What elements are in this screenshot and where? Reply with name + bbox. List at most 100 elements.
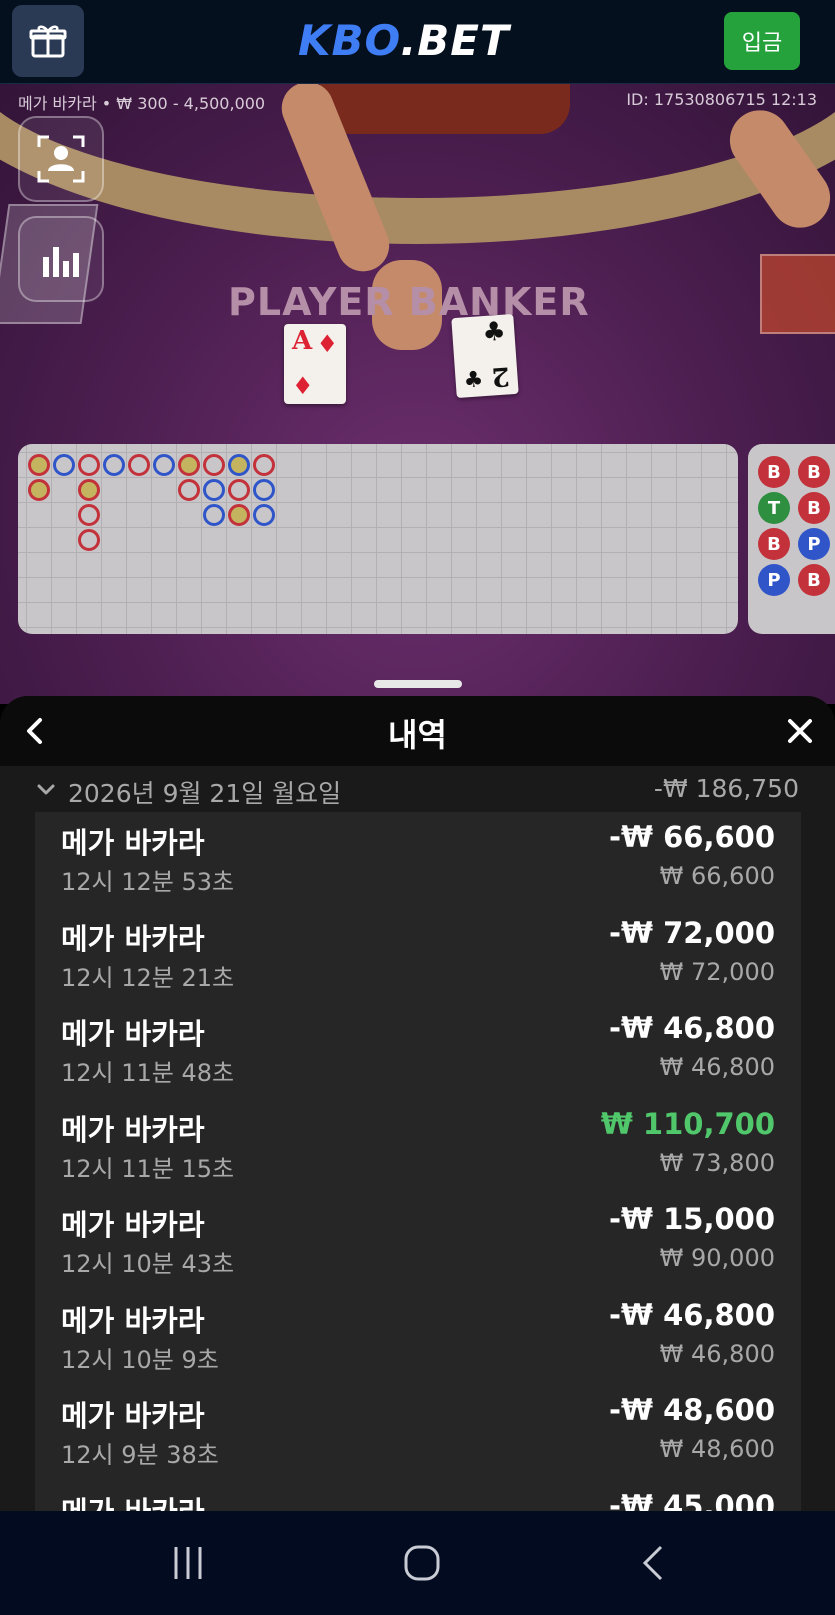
system-nav-bar [0, 1511, 835, 1615]
close-icon [788, 719, 812, 743]
list-item[interactable]: 메가 바카라 12시 10분 43초 -₩ 15,000 ₩ 90,000 [35, 1194, 801, 1290]
result-amount: -₩ 48,600 [608, 1393, 775, 1427]
table-limits: 메가 바카라 • ₩ 300 - 4,500,000 [18, 94, 266, 113]
camera-toggle-button[interactable] [18, 116, 104, 202]
road-mark [253, 479, 275, 501]
road-mark [78, 454, 100, 476]
bet-time: 12시 10분 43초 [61, 1250, 235, 1278]
bet-amount: ₩ 90,000 [659, 1244, 775, 1272]
card-rank: A [292, 326, 313, 356]
result-amount: -₩ 66,600 [608, 820, 775, 854]
list-item[interactable]: 메가 바카라 12시 12분 53초 -₩ 66,600 ₩ 66,600 [35, 812, 801, 908]
game-name: 메가 바카라 [61, 1017, 205, 1051]
list-item[interactable]: 메가 바카라 12시 11분 15초 ₩ 110,700 ₩ 73,800 [35, 1099, 801, 1195]
profile-frame-icon [37, 135, 85, 183]
dealer [320, 84, 570, 134]
bead-road[interactable] [18, 444, 738, 634]
card-rank: 2 [490, 360, 511, 392]
home-button[interactable] [397, 1541, 447, 1585]
bet-amount: ₩ 48,600 [659, 1435, 775, 1463]
list-item[interactable]: 메가 바카라 12시 12분 21초 -₩ 72,000 ₩ 72,000 [35, 908, 801, 1004]
card-shoe-right [760, 254, 835, 334]
road-result: B [798, 564, 830, 596]
road-result: P [798, 528, 830, 560]
logo-bet: .BET [400, 16, 510, 65]
bet-time: 12시 10분 9초 [61, 1345, 219, 1374]
bet-time: 12시 11분 48초 [61, 1059, 235, 1087]
road-mark [228, 454, 250, 476]
date-group-header[interactable]: 2026년 9월 21일 월요일 -₩ 186,750 [0, 766, 835, 812]
bet-amount: ₩ 66,600 [659, 862, 775, 890]
stats-icon [43, 247, 79, 277]
recent-apps-icon [174, 1547, 202, 1579]
gift-button[interactable] [12, 5, 84, 77]
close-button[interactable] [783, 714, 817, 748]
road-mark [178, 479, 200, 501]
road-mark [203, 504, 225, 526]
road-mark [103, 454, 125, 476]
chevron-down-icon [37, 784, 55, 795]
road-mark [253, 454, 275, 476]
back-nav-button[interactable] [630, 1541, 680, 1585]
back-arrow-icon [642, 1545, 663, 1581]
player-card: A ♦ ♦ [284, 324, 346, 404]
bet-time: 12시 12분 21초 [61, 963, 235, 992]
deposit-button[interactable]: 입금 [724, 12, 800, 70]
road-mark [28, 479, 50, 501]
logo-kbo: KBO [298, 16, 401, 65]
road-result: T [758, 492, 790, 524]
game-name: 메가 바카라 [61, 1399, 205, 1433]
game-name: 메가 바카라 [61, 1208, 205, 1242]
card-suit: ♦ [316, 330, 338, 358]
road-mark [153, 454, 175, 476]
table-printed-text: PLAYER BANKER [228, 280, 590, 324]
road-mark [178, 454, 200, 476]
road-mark [78, 504, 100, 526]
road-mark [228, 504, 250, 526]
road-mark [228, 479, 250, 501]
date-total: -₩ 186,750 [653, 774, 799, 803]
game-name: 메가 바카라 [61, 921, 205, 956]
app: KBO.BET 입금 메가 바카라 • ₩ 300 - 4,500,000 ID… [0, 0, 835, 1615]
statistics-button[interactable] [18, 216, 104, 302]
bet-time: 12시 12분 53초 [61, 868, 235, 896]
gift-icon [29, 25, 67, 58]
road-result: B [798, 492, 830, 524]
date-label: 2026년 9월 21일 월요일 [68, 779, 342, 808]
big-road-summary[interactable]: B B T B B P P B [748, 444, 835, 634]
road-mark [78, 529, 100, 551]
road-mark [203, 454, 225, 476]
bet-amount: ₩ 46,800 [659, 1339, 775, 1368]
list-item[interactable]: 메가 바카라 12시 10분 9초 -₩ 46,800 ₩ 46,800 [35, 1290, 801, 1386]
road-result: P [758, 564, 790, 596]
bet-time: 12시 11분 15초 [61, 1154, 235, 1183]
game-name: 메가 바카라 [61, 1112, 205, 1147]
road-mark [78, 479, 100, 501]
bet-time: 12시 9분 38초 [61, 1441, 219, 1469]
list-item[interactable]: 메가 바카라 12시 9분 38초 -₩ 48,600 ₩ 48,600 [35, 1385, 801, 1481]
road-result: B [798, 456, 830, 488]
card-suit-bottom: ♦ [292, 372, 314, 400]
bet-amount: ₩ 73,800 [659, 1148, 775, 1177]
game-name: 메가 바카라 [61, 826, 205, 860]
top-bar: KBO.BET 입금 [0, 0, 835, 84]
road-mark [53, 454, 75, 476]
bet-amount: ₩ 72,000 [659, 957, 775, 986]
card-suit-bottom: ♣ [462, 367, 485, 394]
brand-logo[interactable]: KBO.BET [298, 16, 510, 65]
sheet-header: 내역 [0, 696, 835, 766]
list-item[interactable]: 메가 바카라 12시 11분 48초 -₩ 46,800 ₩ 46,800 [35, 1003, 801, 1099]
road-mark [128, 454, 150, 476]
history-list: 메가 바카라 12시 12분 53초 -₩ 66,600 ₩ 66,600 메가… [35, 812, 801, 1529]
road-result: B [758, 528, 790, 560]
result-amount: -₩ 46,800 [608, 1297, 775, 1332]
recent-apps-button[interactable] [163, 1541, 213, 1585]
sheet-drag-handle[interactable] [374, 680, 462, 688]
bet-amount: ₩ 46,800 [659, 1053, 775, 1081]
road-mark [203, 479, 225, 501]
road-mark [253, 504, 275, 526]
result-amount: -₩ 72,000 [608, 915, 775, 950]
banker-card: ♣ 2 ♣ [451, 313, 519, 399]
game-name: 메가 바카라 [61, 1303, 205, 1338]
home-icon [404, 1545, 440, 1581]
